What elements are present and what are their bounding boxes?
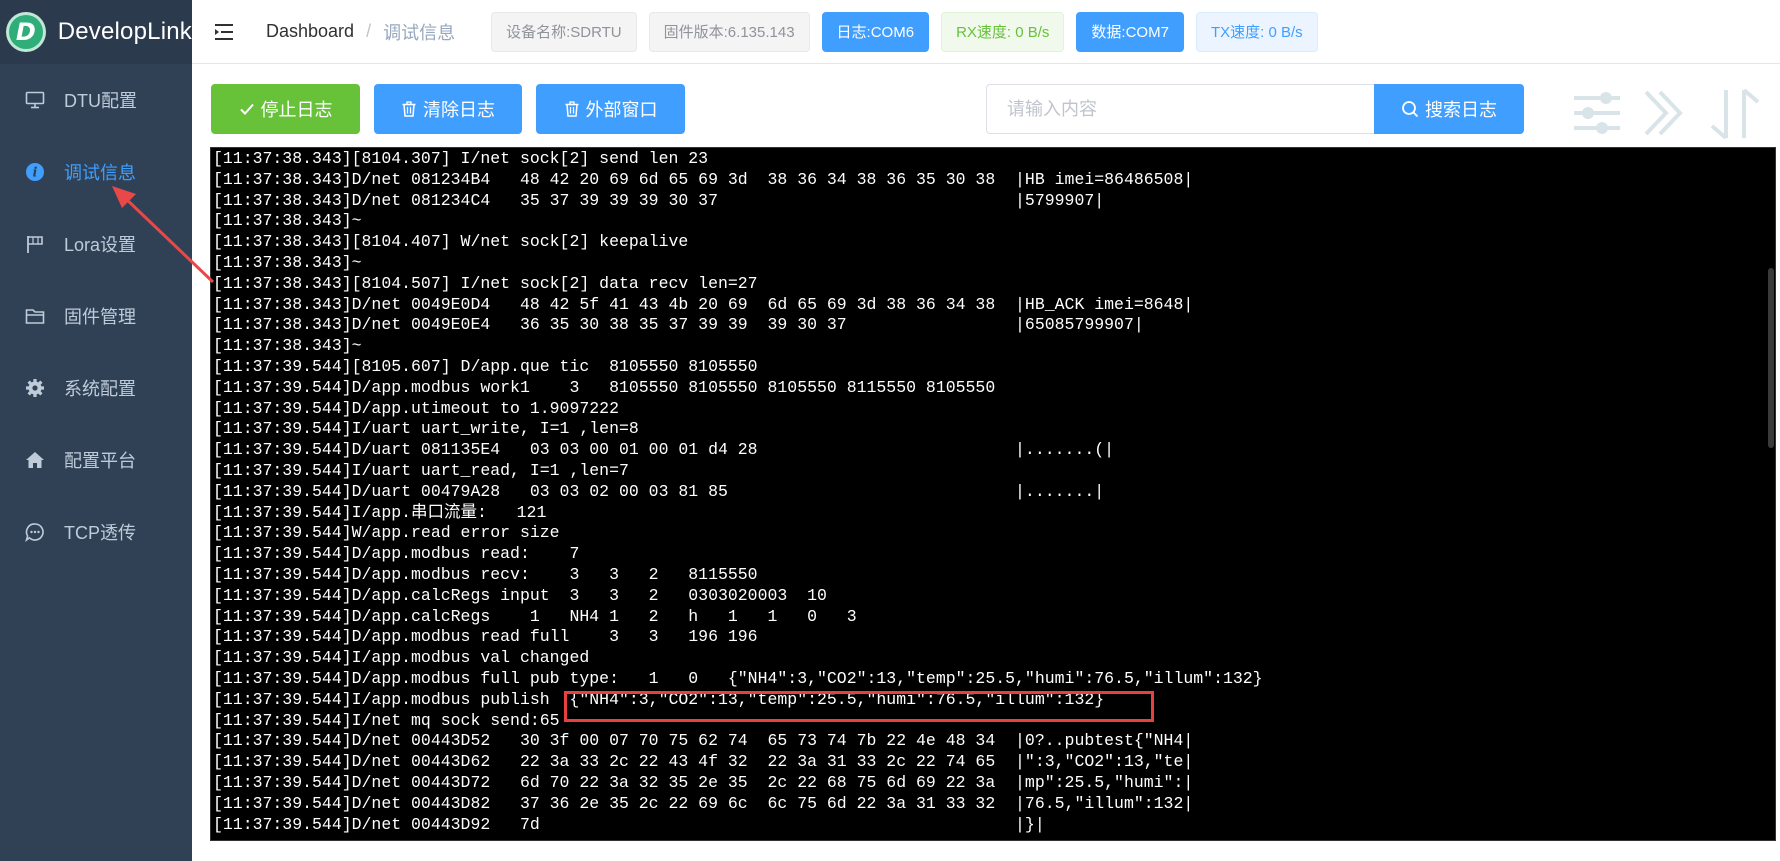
external-window-button[interactable]: 外部窗口 [536,84,685,134]
breadcrumb-current: 调试信息 [383,22,456,43]
search-log-button[interactable]: 搜索日志 [1374,84,1524,134]
sidebar-item-label: Lora设置 [64,235,137,255]
log-line: [11:37:38.343]~ [213,336,362,356]
home-icon [24,449,46,471]
trash-icon [564,101,580,117]
device-name-tag: 设备名称:SDRTU [491,11,637,52]
log-output: [11:37:38.343][8104.307] I/net sock[2] s… [211,148,1775,835]
sidebar-item-tcp-passthrough[interactable]: TCP透传 [0,496,192,568]
log-line: [11:37:39.544]D/net 00443D72 6d 70 22 3a… [213,772,1194,792]
sidebar: D DevelopLink DTU配置 i 调试信息 Lora设置 固件管理 系… [0,0,192,861]
app-window: D DevelopLink DTU配置 i 调试信息 Lora设置 固件管理 系… [0,0,1780,861]
log-line: [11:37:38.343][8104.507] I/net sock[2] d… [213,273,758,293]
sidebar-item-lora-settings[interactable]: Lora设置 [0,208,192,280]
sidebar-item-label: DTU配置 [64,91,137,111]
folder-icon [24,305,46,327]
breadcrumb: Dashboard / 调试信息 [266,19,455,45]
flag-icon [24,233,46,255]
log-line: [11:37:38.343]D/net 081234C4 35 37 39 39… [213,190,1105,210]
sidebar-item-label: 系统配置 [64,379,136,399]
status-tags: 设备名称:SDRTU 固件版本:6.135.143 日志:COM6 RX速度: … [491,11,1330,52]
data-port-tag[interactable]: 数据:COM7 [1076,11,1184,52]
clear-log-label: 清除日志 [423,100,495,120]
search-log-label: 搜索日志 [1425,100,1497,120]
log-line: [11:37:38.343]D/net 081234B4 48 42 20 69… [213,169,1194,189]
double-chevron-right-icon [1640,86,1688,145]
sidebar-item-label: 调试信息 [64,163,136,183]
sidebar-item-config-platform[interactable]: 配置平台 [0,424,192,496]
log-line: [11:37:39.544]W/app.read error size [213,523,560,543]
sidebar-item-label: TCP透传 [64,523,136,543]
info-icon: i [24,161,46,183]
sidebar-item-label: 固件管理 [64,307,136,327]
brand[interactable]: D DevelopLink [0,0,192,64]
sidebar-item-label: 配置平台 [64,451,136,471]
log-console[interactable]: [11:37:38.343][8104.307] I/net sock[2] s… [210,147,1776,841]
log-line: [11:37:39.544]I/uart uart_write, I=1 ,le… [213,419,639,439]
svg-text:i: i [33,166,38,181]
log-port-tag[interactable]: 日志:COM6 [821,11,930,52]
external-window-label: 外部窗口 [585,100,658,120]
top-header: Dashboard / 调试信息 设备名称:SDRTU 固件版本:6.135.1… [192,0,1780,64]
breadcrumb-separator: / [366,21,372,41]
log-line: [11:37:39.544]D/app.modbus full pub type… [213,668,1263,688]
chat-icon [24,521,46,543]
stop-log-label: 停止日志 [260,100,333,120]
monitor-icon [24,89,46,111]
log-line: [11:37:39.544]D/net 00443D82 37 36 2e 35… [213,793,1194,813]
sliders-icon [1570,86,1624,145]
search-icon [1401,100,1419,118]
log-line: [11:37:39.544][8105.607] D/app.que tic 8… [213,356,758,376]
log-line: [11:37:38.343][8104.407] W/net sock[2] k… [213,232,689,252]
rx-speed-tag: RX速度: 0 B/s [941,11,1065,52]
log-line: [11:37:39.544]D/app.modbus work1 3 81055… [213,377,996,397]
sidebar-menu: DTU配置 i 调试信息 Lora设置 固件管理 系统配置 配置平台 TCP透传 [0,64,192,568]
log-line: [11:37:38.343]~ [213,211,362,231]
log-line: [11:37:39.544]D/app.calcRegs 1 NH4 1 2 h… [213,606,857,626]
log-line: [11:37:39.544]I/app.串口流量: 121 [213,502,547,522]
bottom-strip [192,841,1780,861]
console-scrollbar[interactable] [1767,148,1775,840]
log-line: [11:37:38.343]D/net 0049E0D4 48 42 5f 41… [213,294,1194,314]
clear-log-button[interactable]: 清除日志 [374,84,522,134]
log-line: [11:37:38.343]D/net 0049E0E4 36 35 30 38… [213,315,1144,335]
log-line: [11:37:39.544]D/net 00443D62 22 3a 33 2c… [213,752,1194,772]
trash-icon [401,101,417,117]
log-line: [11:37:39.544]D/uart 081135E4 03 03 00 0… [213,440,1115,460]
firmware-version-tag: 固件版本:6.135.143 [648,11,810,52]
sort-arrows-icon [1708,86,1764,147]
log-line: [11:37:38.343]~ [213,252,362,272]
log-line: [11:37:39.544]D/app.utimeout to 1.909722… [213,398,619,418]
brand-logo: D [6,12,46,52]
stop-log-button[interactable]: 停止日志 [211,84,360,134]
sidebar-item-debug-info[interactable]: i 调试信息 [0,136,192,208]
log-line: [11:37:38.343][8104.307] I/net sock[2] s… [213,149,709,168]
log-line: [11:37:39.544]D/net 00443D92 7d |}| [213,814,1045,834]
breadcrumb-home[interactable]: Dashboard [266,21,354,42]
check-icon [239,101,255,117]
log-line: [11:37:39.544]D/uart 00479A28 03 03 02 0… [213,481,1105,501]
log-line: [11:37:39.544]I/uart uart_read, I=1 ,len… [213,460,629,480]
tx-speed-tag: TX速度: 0 B/s [1195,11,1318,52]
hamburger-menu-icon[interactable] [212,20,236,44]
log-line: [11:37:39.544]D/app.modbus read full 3 3… [213,627,758,647]
search-input[interactable] [986,84,1376,134]
log-toolbar: 停止日志 清除日志 外部窗口 搜索日志 [192,64,1780,148]
gear-icon [24,377,46,399]
log-line: [11:37:39.544]I/app.modbus val changed [213,648,590,668]
sidebar-item-dtu-config[interactable]: DTU配置 [0,64,192,136]
sidebar-item-firmware[interactable]: 固件管理 [0,280,192,352]
sidebar-item-system-config[interactable]: 系统配置 [0,352,192,424]
log-line: [11:37:39.544]D/app.modbus recv: 3 3 2 8… [213,564,758,584]
publish-highlight-box [564,691,1154,722]
log-line: [11:37:39.544]D/net 00443D52 30 3f 00 07… [213,731,1194,751]
brand-name: DevelopLink [57,18,192,45]
log-line: [11:37:39.544]D/app.modbus read: 7 [213,544,580,564]
log-line: [11:37:39.544]D/app.calcRegs input 3 3 2… [213,585,827,605]
